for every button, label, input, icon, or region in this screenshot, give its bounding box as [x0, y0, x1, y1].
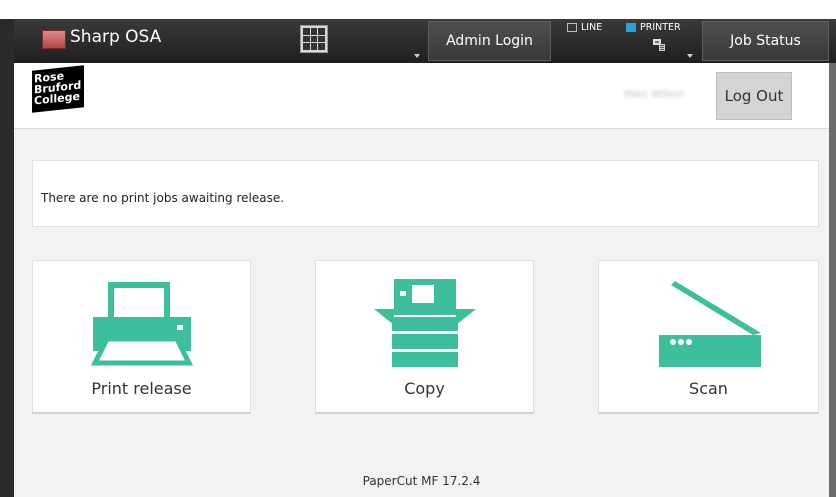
session-bar: Rose Bruford College Marc Wilson Log Out: [14, 63, 829, 129]
print-release-tile[interactable]: Print release: [32, 260, 251, 414]
right-bezel: [829, 19, 836, 497]
printer-mode-dropdown-arrow-icon[interactable]: [687, 54, 693, 58]
top-margin: [0, 0, 836, 19]
job-status-button[interactable]: Job Status: [702, 21, 829, 61]
osa-header-bar: Sharp OSA Admin Login LINE PRINTER Job S…: [14, 19, 836, 63]
printer-mode-icon[interactable]: [652, 38, 668, 52]
log-out-label: Log Out: [724, 87, 784, 105]
job-status-label: Job Status: [730, 33, 801, 49]
device-screen: Sharp OSA Admin Login LINE PRINTER Job S…: [0, 0, 836, 497]
admin-login-label: Admin Login: [446, 33, 533, 49]
scan-label: Scan: [689, 379, 728, 398]
print-release-label: Print release: [91, 379, 192, 398]
printer-icon: [90, 282, 194, 366]
left-bezel: [0, 19, 14, 497]
papercut-version: PaperCut MF 17.2.4: [362, 474, 481, 488]
print-jobs-notice: There are no print jobs awaiting release…: [32, 160, 819, 227]
college-logo: Rose Bruford College: [32, 65, 84, 113]
scan-tile[interactable]: Scan: [598, 260, 819, 414]
scanner-icon: [659, 281, 761, 367]
sharp-osa-app-icon: [42, 30, 66, 49]
line-mode-label: LINE: [581, 22, 603, 33]
admin-login-button[interactable]: Admin Login: [428, 21, 551, 61]
copy-label: Copy: [404, 379, 445, 398]
notice-message: There are no print jobs awaiting release…: [41, 191, 285, 205]
keypad-icon[interactable]: [300, 25, 328, 53]
copy-tile[interactable]: Copy: [315, 260, 534, 414]
logo-line-3: College: [34, 89, 80, 108]
user-name: Marc Wilson: [624, 89, 685, 100]
keypad-dropdown-arrow-icon[interactable]: [414, 54, 420, 58]
line-mode-indicator: [567, 23, 577, 32]
printer-mode-label: PRINTER: [640, 22, 681, 33]
copier-icon: [374, 279, 476, 367]
log-out-button[interactable]: Log Out: [716, 72, 792, 120]
app-title: Sharp OSA: [70, 27, 162, 47]
printer-mode-indicator: [626, 23, 636, 32]
main-content: There are no print jobs awaiting release…: [14, 129, 829, 497]
